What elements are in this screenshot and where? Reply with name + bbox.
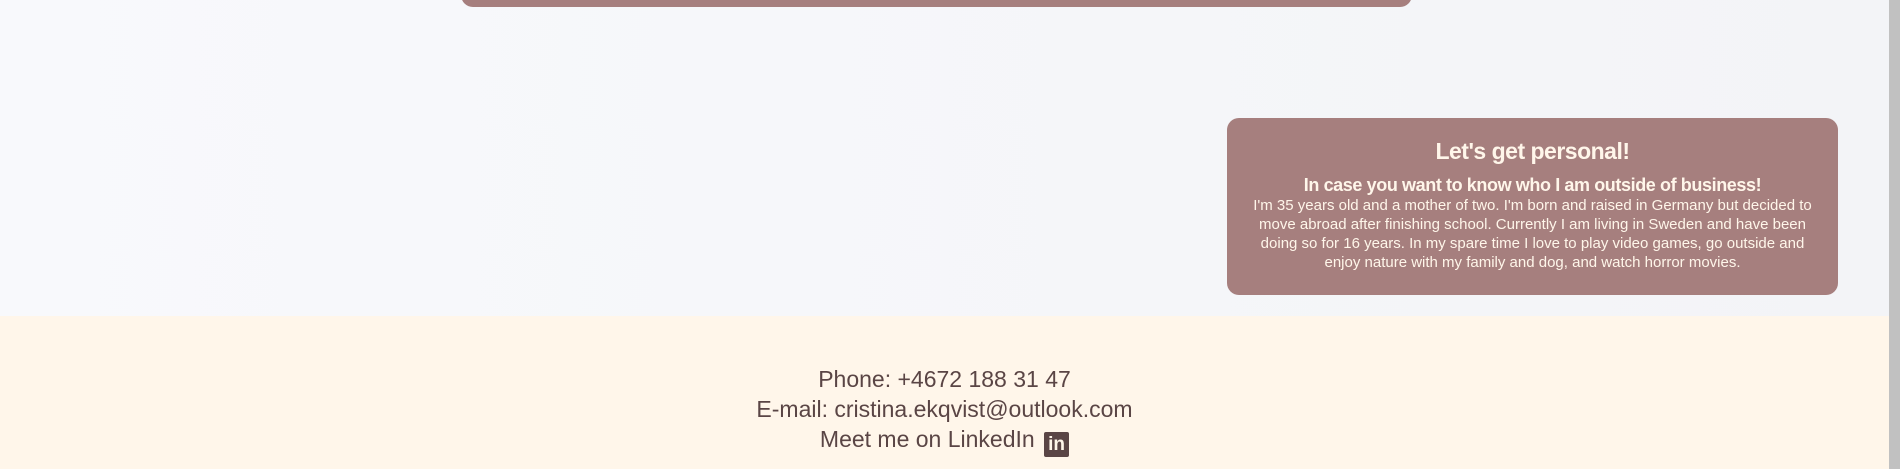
linkedin-row: Meet me on LinkedIn in [0,424,1889,457]
footer: Phone: +4672 188 31 47 E-mail: cristina.… [0,316,1889,469]
phone-text: Phone: +4672 188 31 47 [818,366,1071,392]
scrollbar[interactable] [1889,0,1900,469]
previous-card [461,0,1412,7]
email-text: E-mail: cristina.ekqvist@outlook.com [756,396,1133,422]
personal-card-body: I'm 35 years old and a mother of two. I'… [1253,197,1812,271]
linkedin-link[interactable]: Meet me on LinkedIn [820,426,1035,452]
personal-card: Let's get personal! In case you want to … [1227,118,1838,295]
linkedin-icon[interactable]: in [1044,432,1070,457]
personal-card-title: Let's get personal! [1435,138,1630,164]
main-section: Let's get personal! In case you want to … [0,0,1889,316]
personal-card-subtitle: In case you want to know who I am outsid… [1303,175,1762,195]
